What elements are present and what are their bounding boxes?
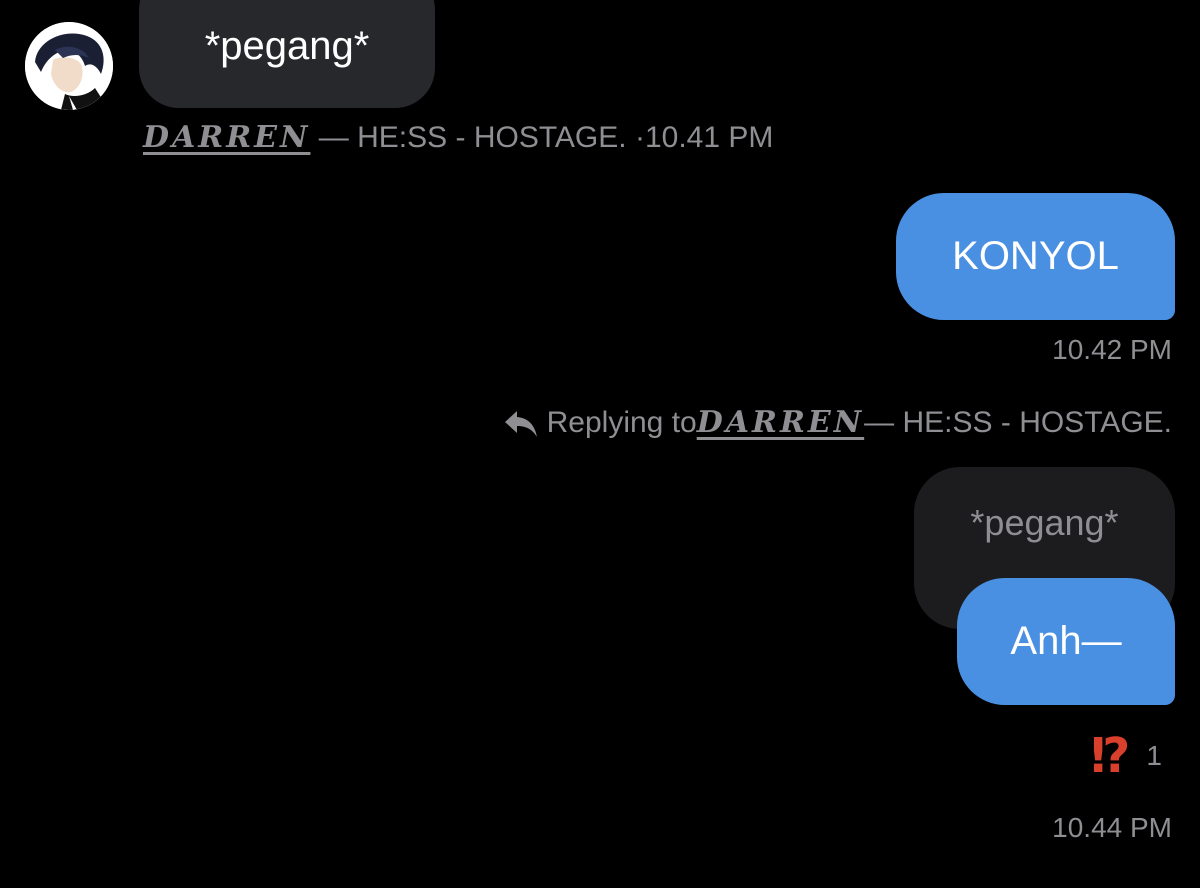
reaction-count: 1 (1146, 740, 1162, 771)
reply-prefix: Replying to (546, 406, 697, 439)
outgoing-message-bubble[interactable]: KONYOL (896, 193, 1175, 320)
reply-target-suffix: — HE:SS - HOSTAGE. (864, 406, 1172, 439)
outgoing-message-time: 10.42 PM (1052, 334, 1172, 365)
reply-message-text: Anh— (1010, 619, 1122, 663)
avatar[interactable] (25, 22, 113, 110)
incoming-message-bubble[interactable]: *pegang* (139, 0, 435, 108)
reply-message-bubble[interactable]: Anh— (957, 578, 1175, 705)
reaction-emoji: ⁉ (1090, 728, 1131, 784)
incoming-message-meta: DARREN — HE:SS - HOSTAGE. ·10.41 PM (143, 118, 773, 158)
incoming-message-time: ·10.41 PM (626, 121, 774, 154)
reply-header: Replying to DARREN — HE:SS - HOSTAGE. (503, 403, 1172, 443)
sender-name[interactable]: DARREN (143, 120, 310, 155)
reply-target-name[interactable]: DARREN (697, 403, 864, 443)
incoming-message-text: *pegang* (204, 24, 370, 68)
outgoing-message-text: KONYOL (952, 234, 1119, 278)
avatar-image (25, 22, 113, 110)
quoted-message-text: *pegang* (970, 502, 1119, 543)
reply-arrow-icon (503, 405, 539, 441)
reaction-badge[interactable]: ⁉ 1 (1091, 728, 1162, 784)
sender-suffix: — HE:SS - HOSTAGE. (310, 121, 627, 154)
reply-message-time: 10.44 PM (1052, 812, 1172, 843)
